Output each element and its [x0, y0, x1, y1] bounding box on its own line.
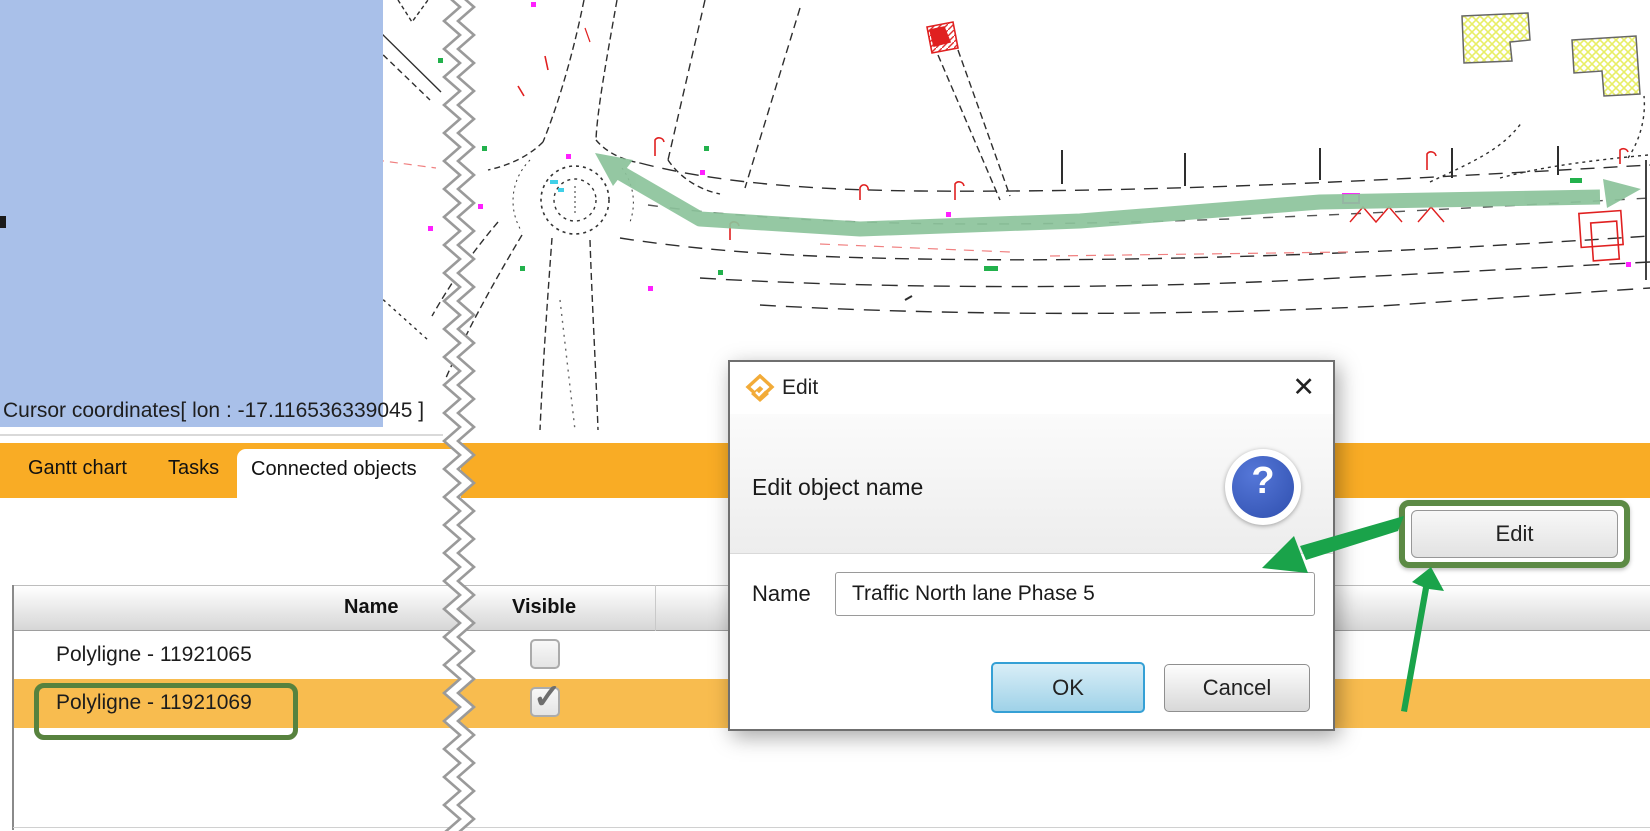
dialog-message: Edit object name [752, 474, 924, 500]
name-field-label: Name [752, 581, 811, 606]
tab-gantt-chart[interactable]: Gantt chart [28, 457, 127, 480]
tab-connected-objects[interactable]: Connected objects [237, 449, 461, 498]
map-bottom-divider [0, 434, 443, 436]
app-diamond-icon [745, 374, 775, 402]
question-glyph: ? [1251, 460, 1275, 502]
dialog-message-area: Edit object name ? [730, 414, 1333, 554]
tab-connected-objects-label: Connected objects [251, 458, 417, 480]
dialog-titlebar[interactable]: Edit ✕ [730, 362, 1333, 414]
column-header-name[interactable]: Name [344, 596, 398, 619]
help-button[interactable]: ? [1225, 449, 1301, 525]
tab-tasks[interactable]: Tasks [168, 457, 219, 480]
edit-dialog: Edit ✕ Edit object name ? Name OK Cancel [728, 360, 1335, 731]
name-input[interactable] [835, 572, 1315, 616]
visible-checkbox-unchecked[interactable] [530, 639, 560, 669]
annotation-box-selected-row [34, 683, 298, 740]
close-icon[interactable]: ✕ [1292, 372, 1315, 402]
hatched-buildings [1461, 12, 1641, 97]
map-overlay-panel [0, 0, 383, 427]
cursor-coordinates-status: Cursor coordinates[ lon : -17.1165363390… [3, 399, 425, 422]
visible-checkbox-checked[interactable]: ✓ [530, 678, 562, 717]
row-name-label: Polyligne - 11921065 [56, 643, 252, 666]
route-arrowhead-east [1603, 179, 1641, 208]
application-window: Cursor coordinates[ lon : -17.1165363390… [0, 0, 1650, 831]
ok-button[interactable]: OK [991, 662, 1145, 713]
column-header-visible[interactable]: Visible [512, 596, 576, 619]
cancel-button[interactable]: Cancel [1164, 664, 1310, 712]
window-edge-mark [0, 216, 6, 228]
edit-button[interactable]: Edit [1411, 510, 1618, 558]
checkmark-icon: ✓ [533, 678, 562, 716]
table-bottom-border [13, 827, 1650, 828]
dialog-title: Edit [782, 376, 819, 399]
